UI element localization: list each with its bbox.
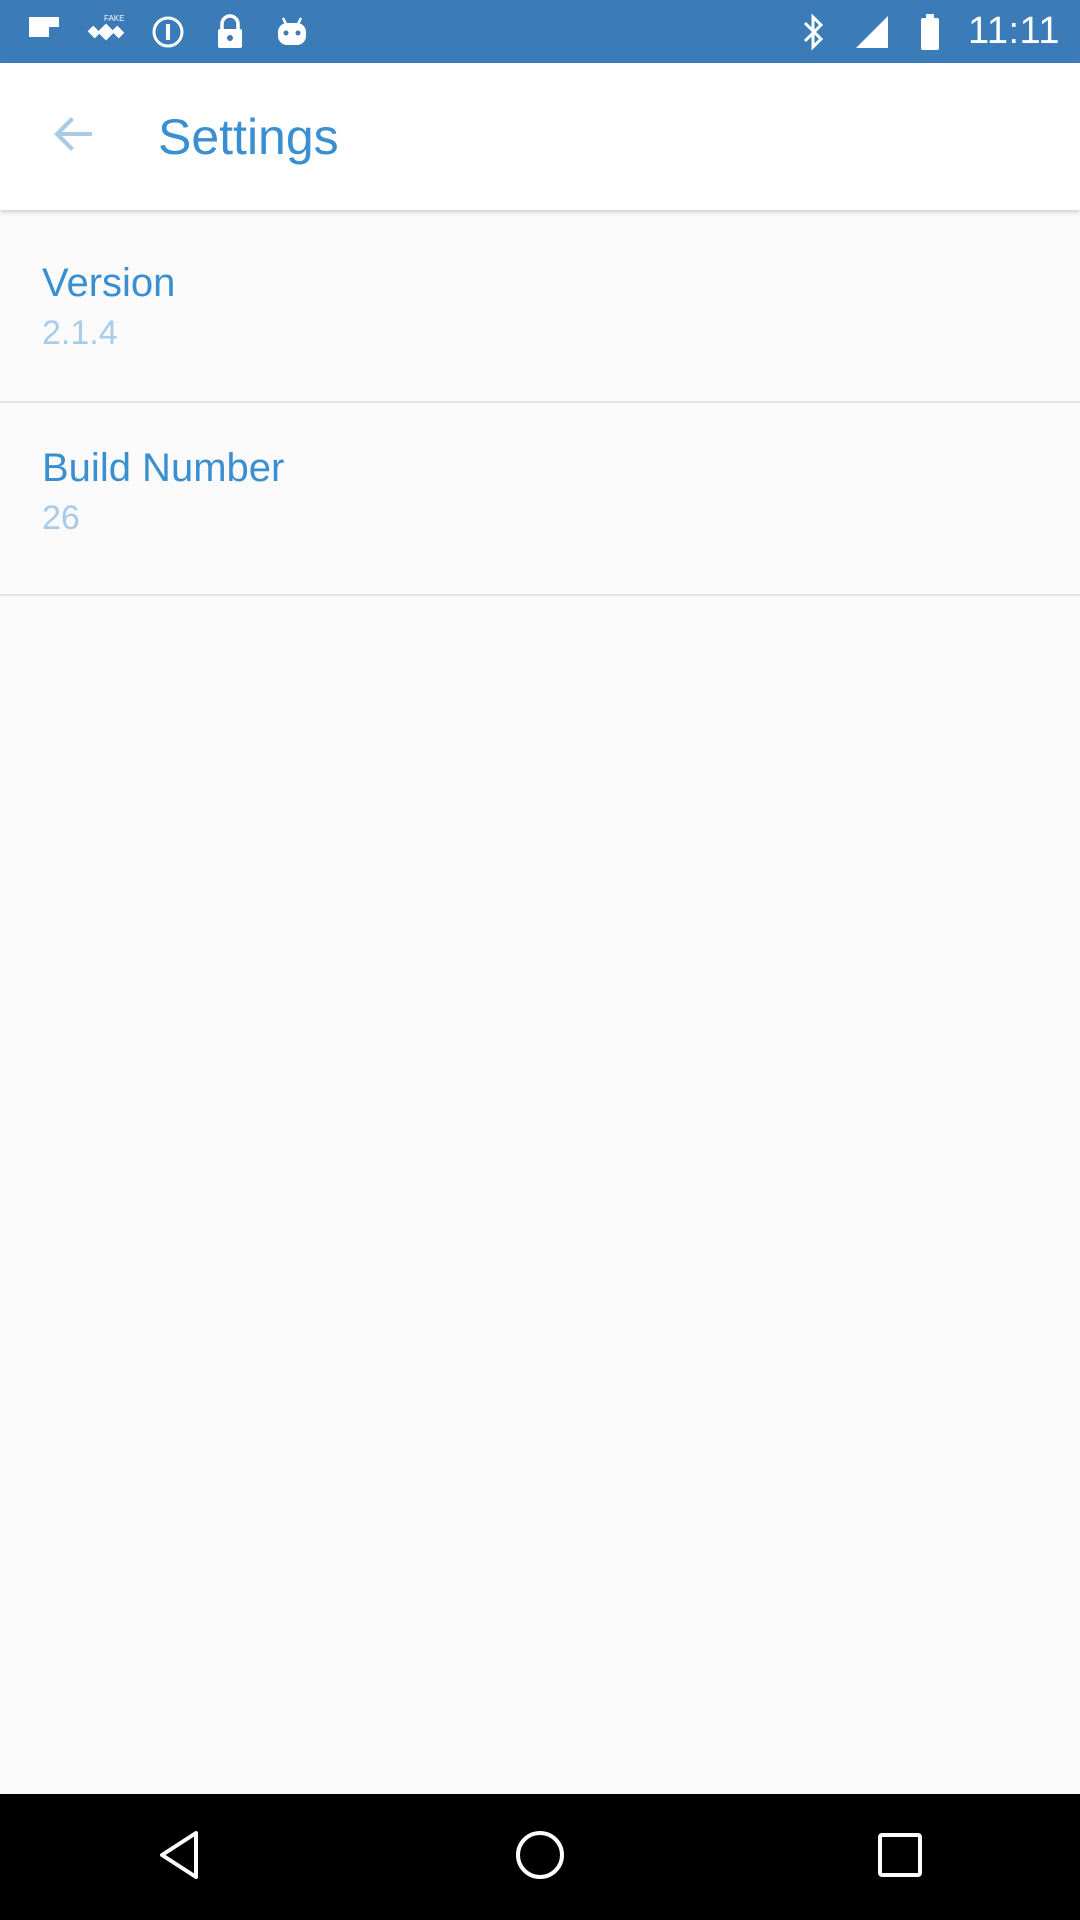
navigation-bar	[0, 1794, 1080, 1920]
app-bar: Settings	[0, 63, 1080, 210]
recents-square-icon	[872, 1827, 928, 1888]
status-icons-left: FAKE	[24, 12, 312, 52]
setting-title: Build Number	[42, 446, 285, 490]
back-triangle-icon	[152, 1827, 208, 1888]
setting-value: 2.1.4	[42, 314, 118, 352]
status-icons-right: 11:11	[794, 10, 1060, 53]
nav-home-button[interactable]	[480, 1797, 600, 1917]
setting-value: 26	[42, 499, 80, 537]
battery-icon	[910, 12, 950, 52]
lock-icon	[210, 12, 250, 52]
nav-recents-button[interactable]	[840, 1797, 960, 1917]
page-title: Settings	[158, 108, 339, 165]
bluetooth-icon	[794, 12, 834, 52]
setting-title: Version	[42, 261, 176, 305]
android-icon	[272, 12, 312, 52]
status-time: 11:11	[968, 10, 1060, 52]
info-icon	[148, 12, 188, 52]
svg-text:FAKE: FAKE	[104, 14, 124, 23]
nav-back-button[interactable]	[120, 1797, 240, 1917]
fake-gps-icon: FAKE	[86, 12, 126, 52]
arrow-back-icon	[52, 112, 96, 161]
flipboard-icon	[24, 12, 64, 52]
status-bar: FAKE 11:11	[0, 0, 1080, 63]
setting-build-number[interactable]: Build Number 26	[0, 403, 1080, 596]
signal-icon	[852, 12, 892, 52]
setting-version[interactable]: Version 2.1.4	[0, 212, 1080, 403]
back-button[interactable]	[26, 89, 122, 185]
settings-list: Version 2.1.4 Build Number 26	[0, 212, 1080, 596]
home-circle-icon	[512, 1827, 568, 1888]
